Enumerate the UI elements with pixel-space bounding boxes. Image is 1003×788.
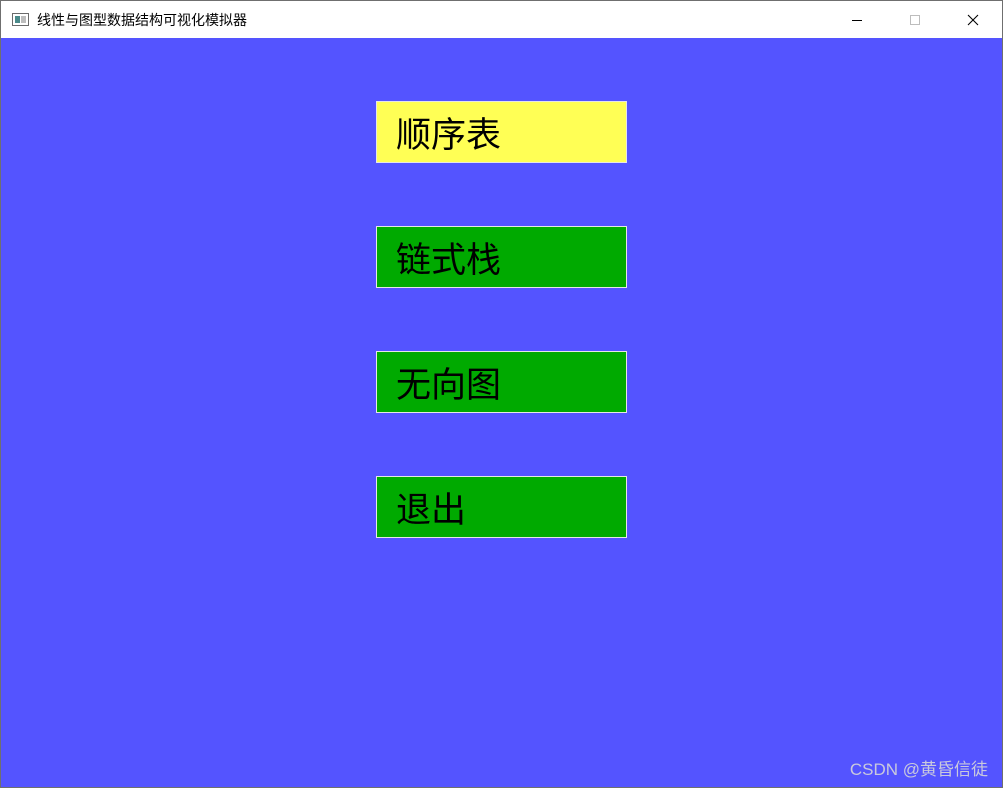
minimize-button[interactable] <box>828 1 886 38</box>
sequential-list-button[interactable]: 顺序表 <box>376 101 627 163</box>
app-window-icon <box>12 13 29 26</box>
linked-stack-label: 链式栈 <box>396 240 502 281</box>
linked-stack-button[interactable]: 链式栈 <box>376 226 627 288</box>
window-title: 线性与图型数据结构可视化模拟器 <box>37 12 247 29</box>
undirected-graph-label: 无向图 <box>396 365 502 406</box>
minimize-icon <box>852 19 862 21</box>
undirected-graph-button[interactable]: 无向图 <box>376 351 627 413</box>
close-button[interactable] <box>944 1 1002 38</box>
window-controls <box>828 1 1002 38</box>
app-window: 线性与图型数据结构可视化模拟器 顺序表 链式栈 无向图 退出 CSDN @黄昏信… <box>0 0 1003 788</box>
watermark: CSDN @黄昏信徒 <box>849 760 988 779</box>
exit-label: 退出 <box>396 490 467 531</box>
maximize-icon <box>910 14 920 25</box>
maximize-button[interactable] <box>886 1 944 38</box>
sequential-list-label: 顺序表 <box>396 115 502 156</box>
title-bar[interactable]: 线性与图型数据结构可视化模拟器 <box>1 1 1002 38</box>
close-icon <box>967 14 979 25</box>
exit-button[interactable]: 退出 <box>376 476 627 538</box>
